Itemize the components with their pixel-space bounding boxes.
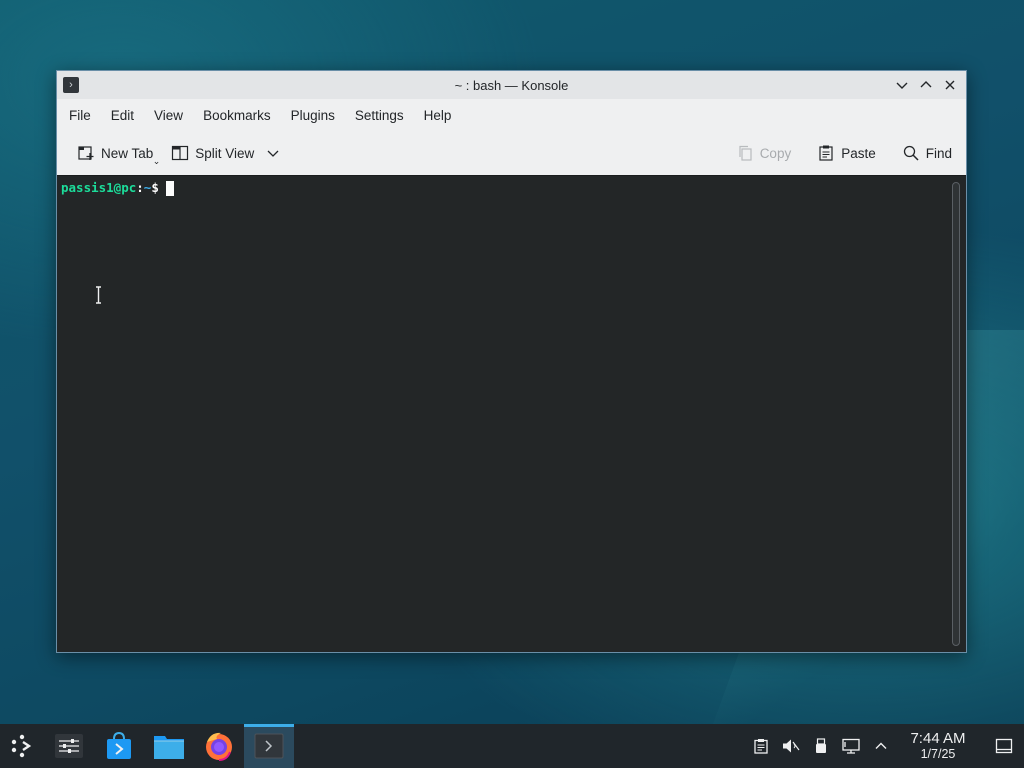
close-button[interactable] [940, 75, 960, 95]
mouse-ibeam-cursor-icon [96, 286, 101, 304]
usb-device-icon [816, 738, 826, 753]
copy-button[interactable]: Copy [730, 139, 798, 167]
prompt-user-host: passis1@pc [61, 180, 137, 195]
dolphin-files-icon [154, 736, 184, 759]
find-button[interactable]: Find [896, 139, 958, 167]
split-view-icon [172, 145, 189, 161]
task-system-settings[interactable] [44, 724, 94, 768]
maximize-icon [920, 81, 932, 88]
network-wired-icon [842, 738, 860, 754]
system-tray: 7:44 AM 1/7/25 [746, 724, 1024, 768]
task-firefox[interactable] [194, 724, 244, 768]
window-title: ~ : bash — Konsole [454, 77, 569, 93]
prompt-separator: : [136, 180, 144, 195]
clipboard-tray-button[interactable] [746, 724, 776, 768]
task-dolphin[interactable] [144, 724, 194, 768]
search-icon [903, 145, 919, 161]
find-label: Find [925, 145, 952, 161]
paste-icon [819, 145, 833, 161]
volume-tray-button[interactable] [776, 724, 806, 768]
new-tab-button[interactable]: New Tab ⌄ [71, 139, 161, 167]
window-controls [892, 75, 960, 95]
chevron-down-icon[interactable] [266, 146, 280, 160]
close-icon [945, 80, 955, 90]
terminal-icon[interactable]: › [63, 77, 79, 93]
clock-time: 7:44 AM [910, 730, 966, 747]
prompt-symbol: $ [151, 180, 159, 195]
system-settings-icon [55, 734, 83, 758]
menu-help[interactable]: Help [414, 104, 462, 127]
menu-view[interactable]: View [144, 104, 193, 127]
kde-launcher-icon [11, 734, 32, 758]
show-desktop-icon [995, 738, 1013, 754]
digital-clock[interactable]: 7:44 AM 1/7/25 [900, 724, 976, 768]
main-toolbar: New Tab ⌄ Split View Copy Paste Find [57, 135, 966, 171]
tray-expand-button[interactable] [866, 724, 896, 768]
minimize-icon [896, 82, 908, 89]
firefox-icon [206, 732, 232, 761]
new-tab-dropdown-icon[interactable]: ⌄ [153, 156, 161, 167]
application-launcher[interactable] [0, 724, 44, 768]
paste-label: Paste [841, 145, 876, 161]
menu-bar: File Edit View Bookmarks Plugins Setting… [57, 99, 966, 131]
task-konsole[interactable] [244, 724, 294, 768]
task-discover[interactable] [94, 724, 144, 768]
prompt-path: ~ [143, 180, 152, 195]
copy-label: Copy [759, 145, 792, 161]
new-tab-icon [78, 146, 94, 160]
split-view-label: Split View [195, 145, 255, 161]
chevron-up-icon [875, 742, 887, 749]
paste-button[interactable]: Paste [811, 139, 882, 167]
menu-edit[interactable]: Edit [101, 104, 144, 127]
clock-date: 1/7/25 [920, 747, 956, 761]
discover-store-icon [107, 731, 131, 759]
toolbar-right-group: Copy Paste Find [730, 139, 966, 167]
menu-bookmarks[interactable]: Bookmarks [193, 104, 281, 127]
menu-settings[interactable]: Settings [345, 104, 414, 127]
minimize-button[interactable] [892, 75, 912, 95]
new-tab-label: New Tab [101, 145, 154, 161]
menu-file[interactable]: File [59, 104, 101, 127]
volume-muted-icon [783, 739, 800, 753]
konsole-window: › ~ : bash — Konsole File Edit View Book… [56, 70, 967, 653]
clipboard-icon [754, 739, 768, 754]
text-cursor [165, 180, 174, 196]
terminal-scrollbar[interactable] [952, 182, 960, 646]
terminal-view[interactable]: passis1@pc: ~ $ [57, 175, 966, 652]
split-view-button[interactable]: Split View [165, 139, 286, 167]
copy-icon [739, 145, 752, 161]
taskbar: 7:44 AM 1/7/25 [0, 724, 1024, 768]
konsole-icon [254, 733, 284, 759]
show-desktop-button[interactable] [984, 724, 1024, 768]
shell-prompt: passis1@pc: ~ $ [61, 180, 174, 196]
network-tray-button[interactable] [836, 724, 866, 768]
menu-plugins[interactable]: Plugins [281, 104, 345, 127]
maximize-button[interactable] [916, 75, 936, 95]
title-bar[interactable]: › ~ : bash — Konsole [57, 71, 966, 99]
usb-tray-button[interactable] [806, 724, 836, 768]
